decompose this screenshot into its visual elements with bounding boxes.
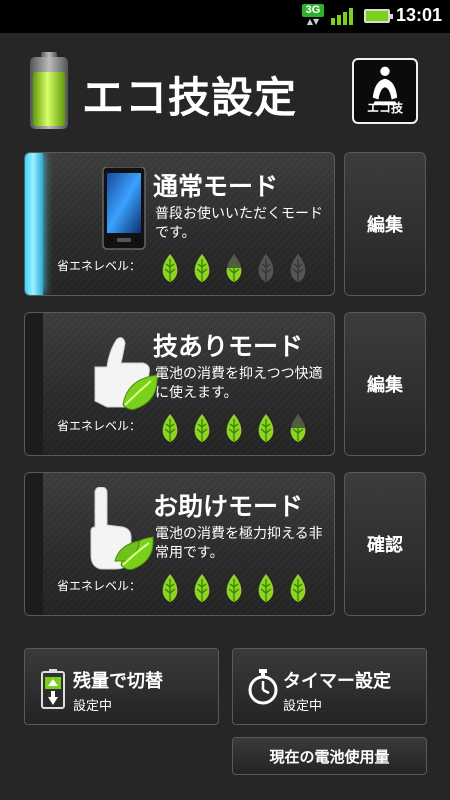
mode-card-waza[interactable]: 技ありモード 電池の消費を抑えつつ快適に使えます。 省エネレベル： [24, 312, 335, 456]
eco-leaf-icon [290, 414, 306, 442]
eco-leaf-icon [162, 414, 178, 442]
eco-level-leaves [159, 413, 329, 443]
eco-leaf-icon [258, 574, 274, 602]
remaining-switch-status: 設定中 [73, 699, 113, 714]
timer-setting-button[interactable]: タイマー設定 設定中 [232, 648, 427, 725]
eco-leaf-icon [226, 254, 242, 282]
phone-icon [102, 167, 146, 250]
mode-title: お助けモード [153, 492, 304, 521]
clock: 13:01 [396, 5, 443, 25]
eco-leaf-icon [194, 254, 210, 282]
battery-switch-icon [41, 669, 65, 709]
eco-leaf-icon [258, 254, 274, 282]
page-title: エコ技設定 [82, 73, 298, 122]
network-type: 3G [302, 4, 324, 17]
active-indicator [25, 153, 43, 295]
remaining-switch-label: 残量で切替 [73, 671, 163, 692]
timer-setting-status: 設定中 [283, 699, 323, 714]
eco-leaf-icon [290, 254, 306, 282]
battery-level-icon [30, 52, 68, 129]
battery-usage-button[interactable]: 現在の電池使用量 [232, 737, 427, 775]
confirm-button-otasuke[interactable]: 確認 [344, 472, 426, 616]
mode-title: 通常モード [153, 172, 279, 201]
level-label: 省エネレベル： [57, 259, 142, 273]
signal-icon [331, 8, 353, 25]
eco-leaf-icon [226, 414, 242, 442]
card-edge [25, 473, 43, 615]
eco-leaf-icon [162, 574, 178, 602]
thumbs-up-leaf-icon [94, 337, 158, 410]
eco-leaf-icon [258, 414, 274, 442]
level-label: 省エネレベル： [57, 419, 142, 433]
timer-setting-label: タイマー設定 [283, 671, 391, 692]
eco-leaf-icon [162, 254, 178, 282]
mode-description: 電池の消費を抑えつつ快適に使えます。 [155, 366, 323, 401]
battery-status-icon [364, 9, 393, 23]
eco-level-leaves [159, 253, 329, 283]
edit-button-waza[interactable]: 編集 [344, 312, 426, 456]
mode-card-normal[interactable]: 通常モード 普段お使いいただくモードです。 省エネレベル： [24, 152, 335, 296]
eco-level-leaves [159, 573, 329, 603]
eco-leaf-icon [194, 574, 210, 602]
mode-description: 普段お使いいただくモードです。 [155, 206, 323, 241]
edit-button-normal[interactable]: 編集 [344, 152, 426, 296]
eco-leaf-icon [194, 414, 210, 442]
level-label: 省エネレベル： [57, 579, 142, 593]
mode-card-otasuke[interactable]: お助けモード 電池の消費を極力抑える非常用です。 省エネレベル： [24, 472, 335, 616]
stopwatch-icon [248, 669, 278, 705]
network-3g-icon: 3G ▲▼ [302, 4, 324, 30]
eco-logo-button[interactable]: エコ技 [352, 58, 418, 124]
pointing-hand-leaf-icon [90, 487, 154, 570]
card-edge [25, 313, 43, 455]
mode-title: 技ありモード [153, 332, 304, 361]
eco-label: エコ技 [366, 101, 403, 115]
eco-leaf-icon [290, 574, 306, 602]
mode-description: 電池の消費を極力抑える非常用です。 [155, 526, 323, 561]
status-bar: 3G ▲▼ 13:01 [0, 0, 450, 33]
eco-leaf-icon [226, 574, 242, 602]
remaining-switch-button[interactable]: 残量で切替 設定中 [24, 648, 219, 725]
